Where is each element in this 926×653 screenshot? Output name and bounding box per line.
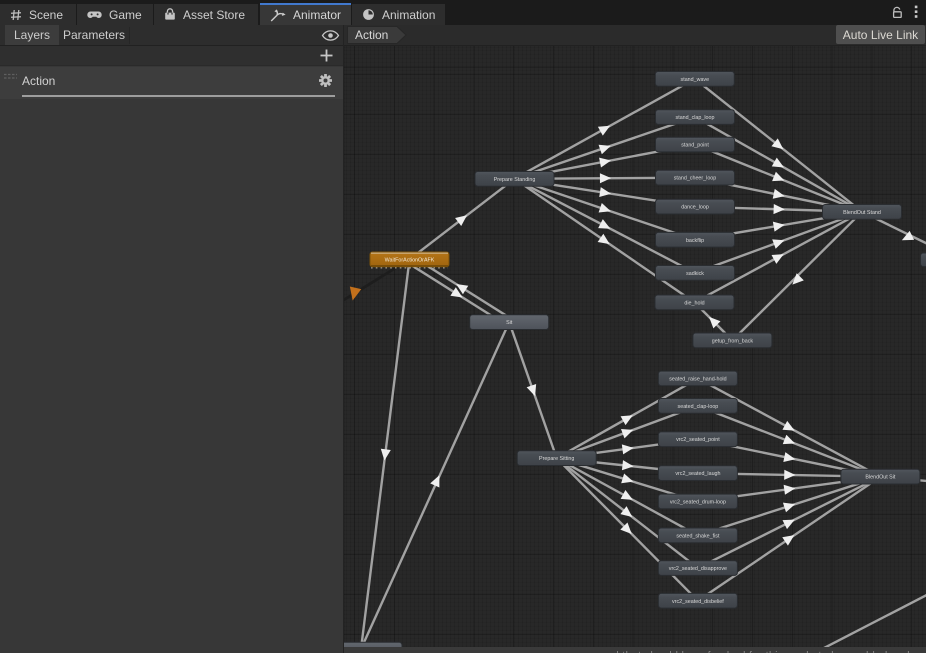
svg-text:vrc2_seated_disbelief: vrc2_seated_disbelief bbox=[672, 599, 724, 605]
svg-text:die_hold: die_hold bbox=[684, 300, 704, 306]
svg-text:BlendOut Stand: BlendOut Stand bbox=[843, 210, 881, 216]
svg-text:seated_shake_fist: seated_shake_fist bbox=[676, 533, 720, 539]
svg-text:vrc2_seated_point: vrc2_seated_point bbox=[676, 437, 720, 443]
svg-text:sadkick: sadkick bbox=[686, 271, 704, 277]
svg-text:Prepare Sitting: Prepare Sitting bbox=[539, 456, 574, 462]
svg-text:Action: Action bbox=[355, 28, 388, 42]
svg-text:stand_clap_loop: stand_clap_loop bbox=[676, 115, 715, 121]
svg-text:WaitForActionOrAFK: WaitForActionOrAFK bbox=[385, 257, 435, 263]
svg-text:seated_raise_hand-hold: seated_raise_hand-hold bbox=[669, 377, 726, 383]
svg-text:Prepare Standing: Prepare Standing bbox=[494, 177, 536, 183]
svg-text:vrc2_seated_disapprove: vrc2_seated_disapprove bbox=[669, 566, 727, 572]
svg-text:dance_loop: dance_loop bbox=[681, 205, 709, 211]
svg-text:stand_point: stand_point bbox=[681, 143, 709, 149]
svg-text:Sit: Sit bbox=[506, 320, 513, 326]
svg-text:BlendOut Sit: BlendOut Sit bbox=[865, 475, 896, 481]
svg-text:getup_from_back: getup_from_back bbox=[712, 338, 754, 344]
svg-text:stand_wave: stand_wave bbox=[681, 77, 710, 83]
svg-text:backflip: backflip bbox=[686, 238, 704, 244]
svg-text:stand_cheer_loop: stand_cheer_loop bbox=[674, 176, 717, 182]
svg-text:seated_clap-loop: seated_clap-loop bbox=[678, 404, 719, 410]
svg-text:vrc2_seated_drum-loop: vrc2_seated_drum-loop bbox=[670, 500, 726, 506]
svg-text:vrc2_seated_laugh: vrc2_seated_laugh bbox=[675, 471, 720, 477]
